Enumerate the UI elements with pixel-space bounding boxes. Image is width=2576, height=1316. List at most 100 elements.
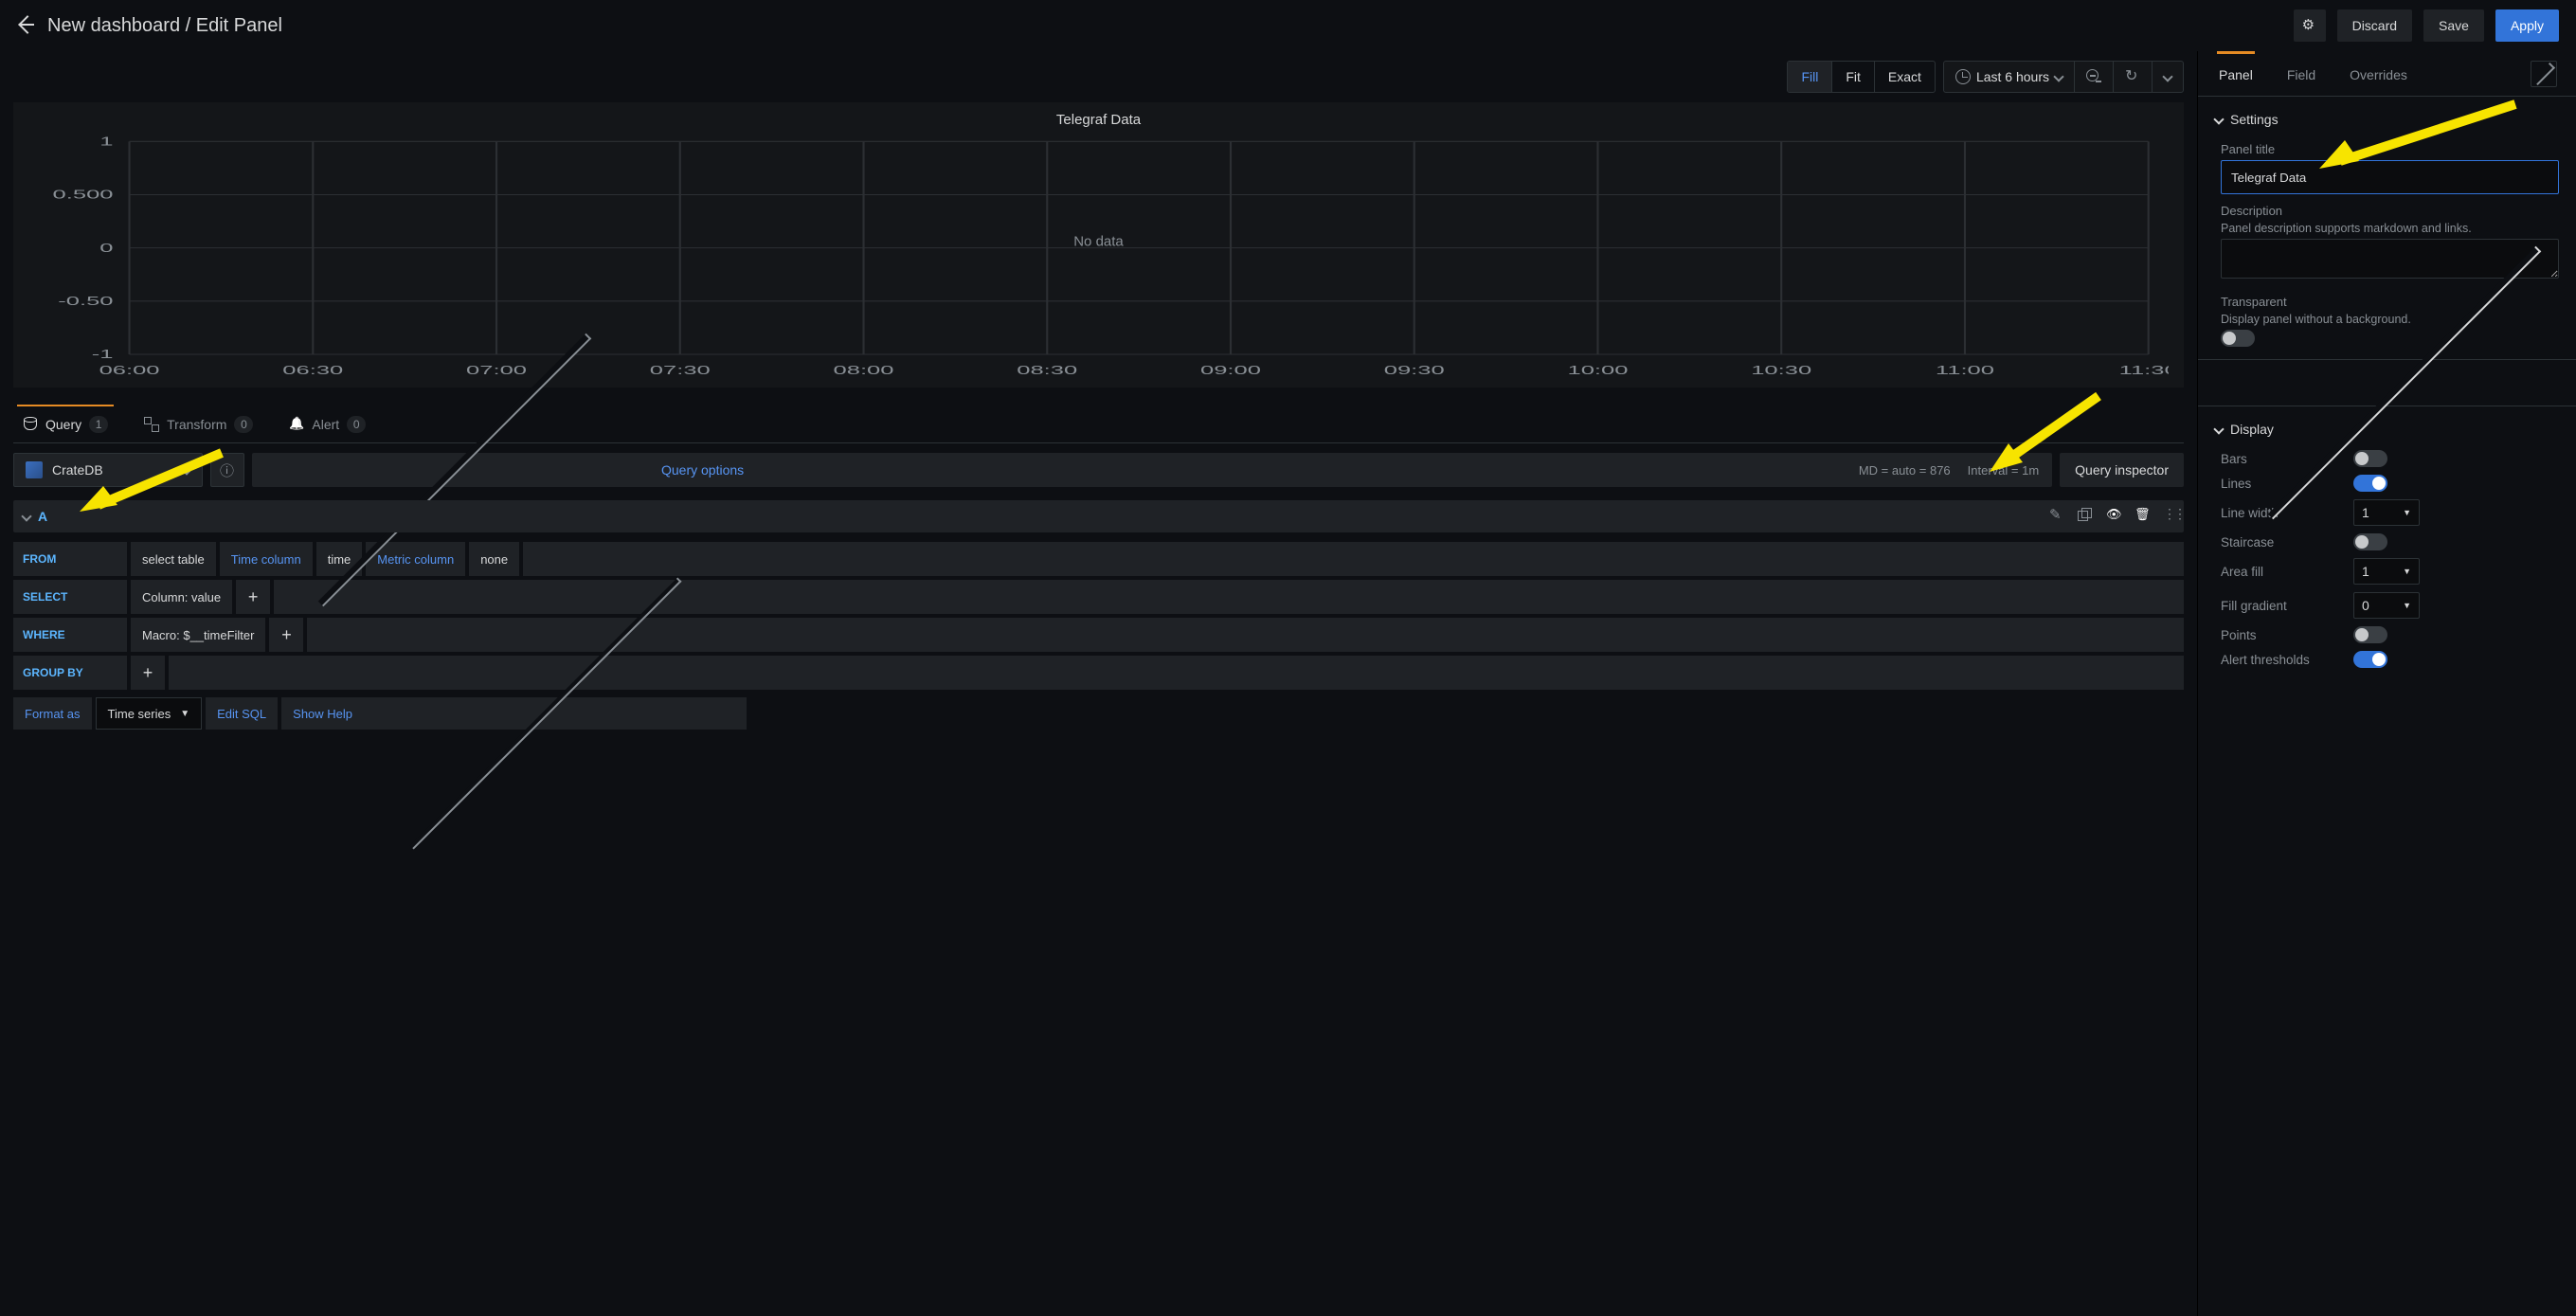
select-add-button[interactable]: + xyxy=(236,580,270,614)
query-duplicate-button[interactable] xyxy=(2078,508,2093,526)
tab-transform[interactable]: Transform 0 xyxy=(138,405,259,442)
query-row-actions xyxy=(2049,508,2174,526)
query-letter: A xyxy=(38,509,47,524)
tab-query-count: 1 xyxy=(89,416,108,433)
query-tabs: Query 1 Transform 0 Alert 0 xyxy=(13,405,2184,443)
where-macro[interactable]: Macro: $__timeFilter xyxy=(131,618,265,652)
datasource-help-button[interactable] xyxy=(210,453,244,487)
zoom-out-button[interactable] xyxy=(2074,62,2113,92)
svg-text:-0.50: -0.50 xyxy=(58,295,113,308)
query-options-toggle[interactable]: Query options xyxy=(661,462,744,478)
query-interval-text: Interval = 1m xyxy=(1968,463,2040,478)
svg-text:10:30: 10:30 xyxy=(1751,364,1811,377)
discard-button[interactable]: Discard xyxy=(2337,9,2412,42)
view-controls: Fill Fit Exact Last 6 hours xyxy=(0,51,2197,102)
query-inspector-button[interactable]: Query inspector xyxy=(2060,453,2184,487)
chevron-down-icon xyxy=(21,511,31,521)
back-button[interactable] xyxy=(17,17,36,34)
builder-row-from: FROM select table Time column time Metri… xyxy=(13,542,2184,576)
query-a-header[interactable]: A xyxy=(13,500,2184,532)
tab-overrides[interactable]: Overrides xyxy=(2348,51,2409,96)
show-help-button[interactable]: Show Help xyxy=(281,697,747,730)
fill-gradient-select[interactable]: 0▼ xyxy=(2353,592,2420,619)
tab-panel[interactable]: Panel xyxy=(2217,51,2255,96)
section-visualization-header[interactable]: Visualization xyxy=(2215,370,2576,396)
alert-thresholds-toggle[interactable] xyxy=(2353,651,2387,668)
view-exact-button[interactable]: Exact xyxy=(1875,62,1935,92)
tab-transform-count: 0 xyxy=(234,416,253,433)
tab-transform-label: Transform xyxy=(167,417,226,432)
refresh-button[interactable] xyxy=(2113,62,2152,92)
view-fit-button[interactable]: Fit xyxy=(1832,62,1875,92)
drag-handle-icon[interactable] xyxy=(2163,508,2174,523)
query-md-text: MD = auto = 876 xyxy=(1859,463,1951,478)
svg-text:0: 0 xyxy=(99,242,113,255)
query-delete-button[interactable] xyxy=(2135,508,2150,526)
opt-points: Points xyxy=(2221,626,2559,643)
area-fill-select[interactable]: 1▼ xyxy=(2353,558,2420,585)
chevron-down-icon xyxy=(181,464,191,475)
groupby-add-button[interactable]: + xyxy=(131,656,165,690)
points-toggle[interactable] xyxy=(2353,626,2387,643)
builder-row-where: WHERE Macro: $__timeFilter + xyxy=(13,618,2184,652)
panel-settings-button[interactable] xyxy=(2294,9,2326,42)
chevron-down-icon xyxy=(2162,71,2172,81)
edit-sql-button[interactable]: Edit SQL xyxy=(206,697,278,730)
section-display-header[interactable]: Display xyxy=(2215,416,2274,442)
database-icon xyxy=(23,417,38,432)
section-display: Display Bars Lines Line width 1▼ Stairca… xyxy=(2198,406,2576,685)
datasource-logo-icon xyxy=(26,461,43,478)
svg-text:08:00: 08:00 xyxy=(834,364,894,377)
transform-icon xyxy=(144,417,159,432)
chevron-down-icon xyxy=(2213,424,2224,434)
transparent-hint: Display panel without a background. xyxy=(2221,313,2559,326)
time-range-button[interactable]: Last 6 hours xyxy=(1944,62,2074,92)
datasource-select[interactable]: CrateDB xyxy=(13,453,203,487)
builder-row-groupby: GROUP BY + xyxy=(13,656,2184,690)
trash-icon xyxy=(2135,508,2150,523)
chart-panel: Telegraf Data -1-0.5000.5001 06:0006:300… xyxy=(13,102,2184,388)
top-bar: New dashboard / Edit Panel Discard Save … xyxy=(0,0,2576,51)
where-label: WHERE xyxy=(13,618,127,652)
query-header: CrateDB Query options MD = auto = 876 In… xyxy=(13,453,2184,487)
svg-text:07:30: 07:30 xyxy=(650,364,711,377)
transparent-toggle[interactable] xyxy=(2221,330,2255,347)
where-add-button[interactable]: + xyxy=(269,618,303,652)
from-none[interactable]: none xyxy=(469,542,519,576)
section-settings: Settings Panel title Description Panel d… xyxy=(2198,97,2576,359)
tab-alert[interactable]: Alert 0 xyxy=(283,405,371,442)
svg-text:08:30: 08:30 xyxy=(1017,364,1077,377)
query-toggle-visibility-button[interactable] xyxy=(2106,508,2121,526)
query-edit-icon-button[interactable] xyxy=(2049,508,2064,526)
from-time-column[interactable]: Time column xyxy=(220,542,313,576)
select-column[interactable]: Column: value xyxy=(131,580,232,614)
view-fill-button[interactable]: Fill xyxy=(1788,62,1832,92)
refresh-interval-button[interactable] xyxy=(2152,62,2183,92)
opt-area-fill: Area fill 1▼ xyxy=(2221,558,2559,585)
tab-query-label: Query xyxy=(45,417,81,432)
line-width-select[interactable]: 1▼ xyxy=(2353,499,2420,526)
chart-title: Telegraf Data xyxy=(28,112,2169,128)
eye-icon xyxy=(2106,508,2121,523)
apply-button[interactable]: Apply xyxy=(2495,9,2559,42)
save-button[interactable]: Save xyxy=(2423,9,2484,42)
chart-svg: -1-0.5000.5001 06:0006:3007:0007:3008:00… xyxy=(28,134,2169,380)
bars-toggle[interactable] xyxy=(2353,450,2387,467)
tab-field[interactable]: Field xyxy=(2285,51,2317,96)
svg-text:0.500: 0.500 xyxy=(53,189,114,202)
lines-toggle[interactable] xyxy=(2353,475,2387,492)
panel-title-input[interactable] xyxy=(2221,160,2559,194)
format-as-select[interactable]: Time series▼ xyxy=(96,697,203,730)
from-select-table[interactable]: select table xyxy=(131,542,216,576)
builder-fill xyxy=(523,542,2184,576)
from-label: FROM xyxy=(13,542,127,576)
tab-query[interactable]: Query 1 xyxy=(17,405,114,442)
builder-fill xyxy=(307,618,2184,652)
sql-builder: FROM select table Time column time Metri… xyxy=(13,538,2184,730)
tabs-more-button[interactable] xyxy=(2531,61,2557,87)
pencil-icon xyxy=(2049,508,2064,523)
svg-text:09:00: 09:00 xyxy=(1200,364,1261,377)
staircase-toggle[interactable] xyxy=(2353,533,2387,550)
svg-text:10:00: 10:00 xyxy=(1567,364,1628,377)
section-settings-header[interactable]: Settings xyxy=(2215,106,2279,133)
